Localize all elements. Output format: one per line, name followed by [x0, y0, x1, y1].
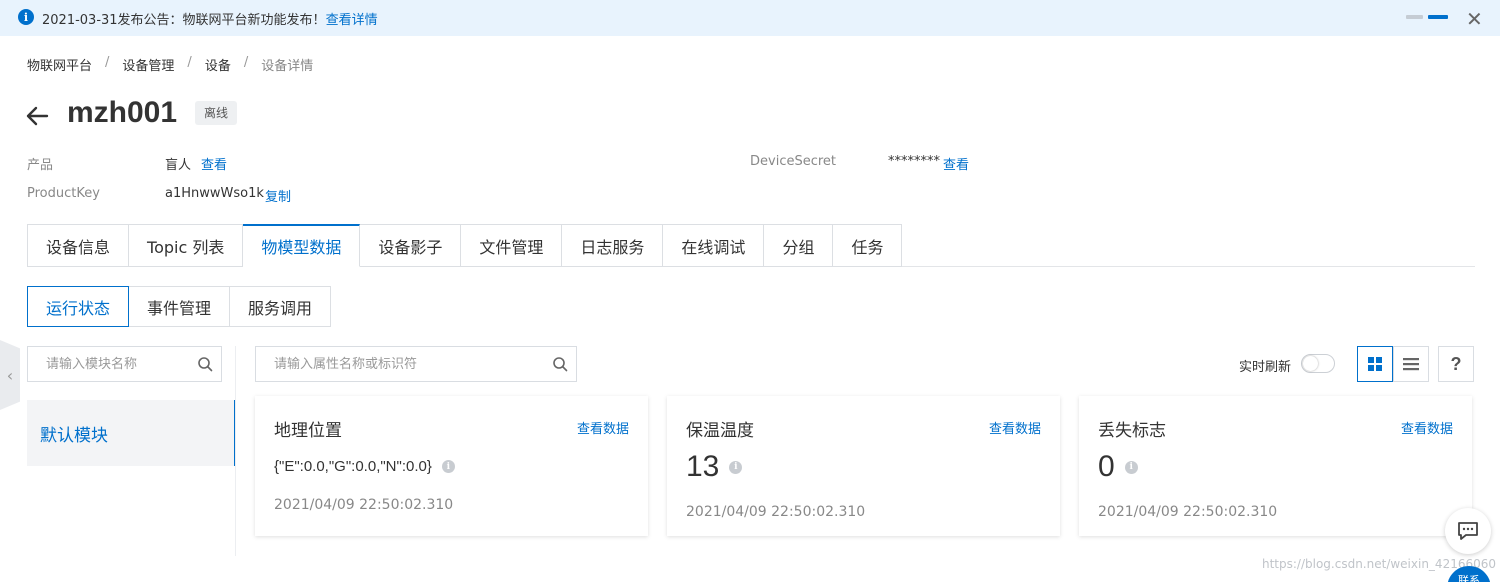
breadcrumb-separator: / [243, 55, 249, 70]
toggle-knob [1303, 356, 1318, 371]
card-timestamp: 2021/04/09 22:50:02.310 [686, 504, 866, 520]
breadcrumb-item-current: 设备详情 [261, 59, 314, 74]
tab-task[interactable]: 任务 [833, 224, 903, 267]
tab-thing-model-data[interactable]: 物模型数据 [243, 224, 361, 267]
info-icon[interactable]: i [1124, 460, 1138, 474]
panel-divider [235, 346, 236, 556]
breadcrumb-item-device-management[interactable]: 设备管理 [122, 55, 174, 74]
card-timestamp: 2021/04/09 22:50:02.310 [1098, 504, 1278, 520]
tab-online-debug[interactable]: 在线调试 [663, 224, 765, 267]
card-value: 13 [686, 450, 720, 483]
subtab-running-status[interactable]: 运行状态 [27, 286, 130, 327]
grid-icon [1368, 357, 1382, 371]
subtab-service-call[interactable]: 服务调用 [230, 286, 332, 327]
announcement-text: 2021-03-31发布公告：物联网平台新功能发布！查看详情 [42, 9, 378, 28]
grid-view-button[interactable] [1357, 346, 1393, 382]
card-value-row: 0 i [1098, 450, 1138, 484]
announcement-message: 2021-03-31发布公告：物联网平台新功能发布！ [42, 13, 326, 28]
property-card: 地理位置 查看数据 {"E":0.0,"G":0.0,"N":0.0} i 20… [255, 396, 648, 536]
card-value-row: {"E":0.0,"G":0.0,"N":0.0} i [274, 458, 455, 475]
card-title: 保温温度 [686, 421, 754, 441]
help-button[interactable]: ? [1438, 346, 1474, 382]
productkey-copy-link[interactable]: 复制 [265, 186, 291, 205]
tab-log-service[interactable]: 日志服务 [562, 224, 664, 267]
tab-device-shadow[interactable]: 设备影子 [360, 224, 462, 267]
module-item-default[interactable]: 默认模块 [27, 400, 236, 466]
info-icon[interactable]: i [441, 460, 455, 473]
chat-icon [1458, 522, 1478, 540]
sub-tabs: 运行状态 事件管理 服务调用 [27, 286, 332, 327]
devicesecret-value: ******** [888, 154, 940, 169]
info-icon[interactable]: i [729, 460, 743, 474]
card-value: 0 [1098, 450, 1115, 483]
search-icon[interactable] [552, 356, 568, 372]
devicesecret-label: DeviceSecret [750, 154, 837, 169]
chat-button[interactable] [1445, 508, 1491, 554]
breadcrumb-separator: / [187, 55, 192, 70]
product-value: 盲人 [165, 158, 192, 173]
view-data-link[interactable]: 查看数据 [989, 418, 1041, 437]
search-icon[interactable] [197, 356, 213, 372]
card-title: 地理位置 [274, 421, 342, 441]
module-list: 默认模块 [27, 400, 236, 466]
tab-group[interactable]: 分组 [764, 224, 834, 267]
list-icon [1403, 358, 1419, 371]
module-search-input[interactable] [28, 347, 221, 381]
product-view-link[interactable]: 查看 [201, 154, 227, 173]
announcement-link[interactable]: 查看详情 [326, 13, 378, 28]
property-search-input[interactable] [256, 347, 576, 381]
announcement-bar: i 2021-03-31发布公告：物联网平台新功能发布！查看详情 ✕ [0, 0, 1500, 36]
back-arrow-icon[interactable] [24, 103, 50, 129]
product-label: 产品 [27, 158, 54, 173]
property-card: 保温温度 查看数据 13 i 2021/04/09 22:50:02.310 [667, 396, 1060, 536]
card-value: {"E":0.0,"G":0.0,"N":0.0} [274, 458, 432, 475]
realtime-refresh-toggle[interactable] [1301, 354, 1335, 373]
breadcrumb-separator: / [105, 55, 110, 70]
module-search-box [27, 346, 222, 382]
tab-device-info[interactable]: 设备信息 [27, 224, 130, 267]
realtime-refresh-label: 实时刷新 [1239, 360, 1292, 375]
breadcrumb-item-platform[interactable]: 物联网平台 [27, 55, 92, 74]
devicesecret-view-link[interactable]: 查看 [943, 154, 969, 173]
card-timestamp: 2021/04/09 22:50:02.310 [274, 497, 454, 513]
tab-topic-list[interactable]: Topic 列表 [129, 224, 244, 267]
collapse-handle[interactable]: ‹ [0, 340, 20, 410]
view-data-link[interactable]: 查看数据 [1401, 418, 1453, 437]
page-title: mzh001 [67, 96, 178, 129]
main-tabs: 设备信息 Topic 列表 物模型数据 设备影子 文件管理 日志服务 在线调试 … [27, 224, 903, 267]
productkey-value: a1HnwwWso1k [165, 186, 264, 201]
card-value-row: 13 i [686, 450, 743, 484]
close-icon[interactable]: ✕ [1466, 7, 1483, 31]
subtab-event-management[interactable]: 事件管理 [129, 286, 231, 327]
property-card: 丢失标志 查看数据 0 i 2021/04/09 22:50:02.310 [1079, 396, 1472, 536]
productkey-label: ProductKey [27, 186, 100, 201]
view-data-link[interactable]: 查看数据 [577, 418, 629, 437]
info-icon: i [18, 9, 34, 25]
tab-file-management[interactable]: 文件管理 [461, 224, 563, 267]
chevron-left-icon: ‹ [6, 365, 14, 385]
property-search-box [255, 346, 577, 382]
list-view-button[interactable] [1393, 346, 1429, 382]
status-badge: 离线 [195, 101, 238, 125]
breadcrumb-item-device[interactable]: 设备 [205, 55, 231, 74]
collapse-icon[interactable] [1406, 15, 1448, 19]
breadcrumb: 物联网平台 / 设备管理 / 设备 / 设备详情 [27, 55, 313, 74]
card-title: 丢失标志 [1098, 421, 1166, 441]
